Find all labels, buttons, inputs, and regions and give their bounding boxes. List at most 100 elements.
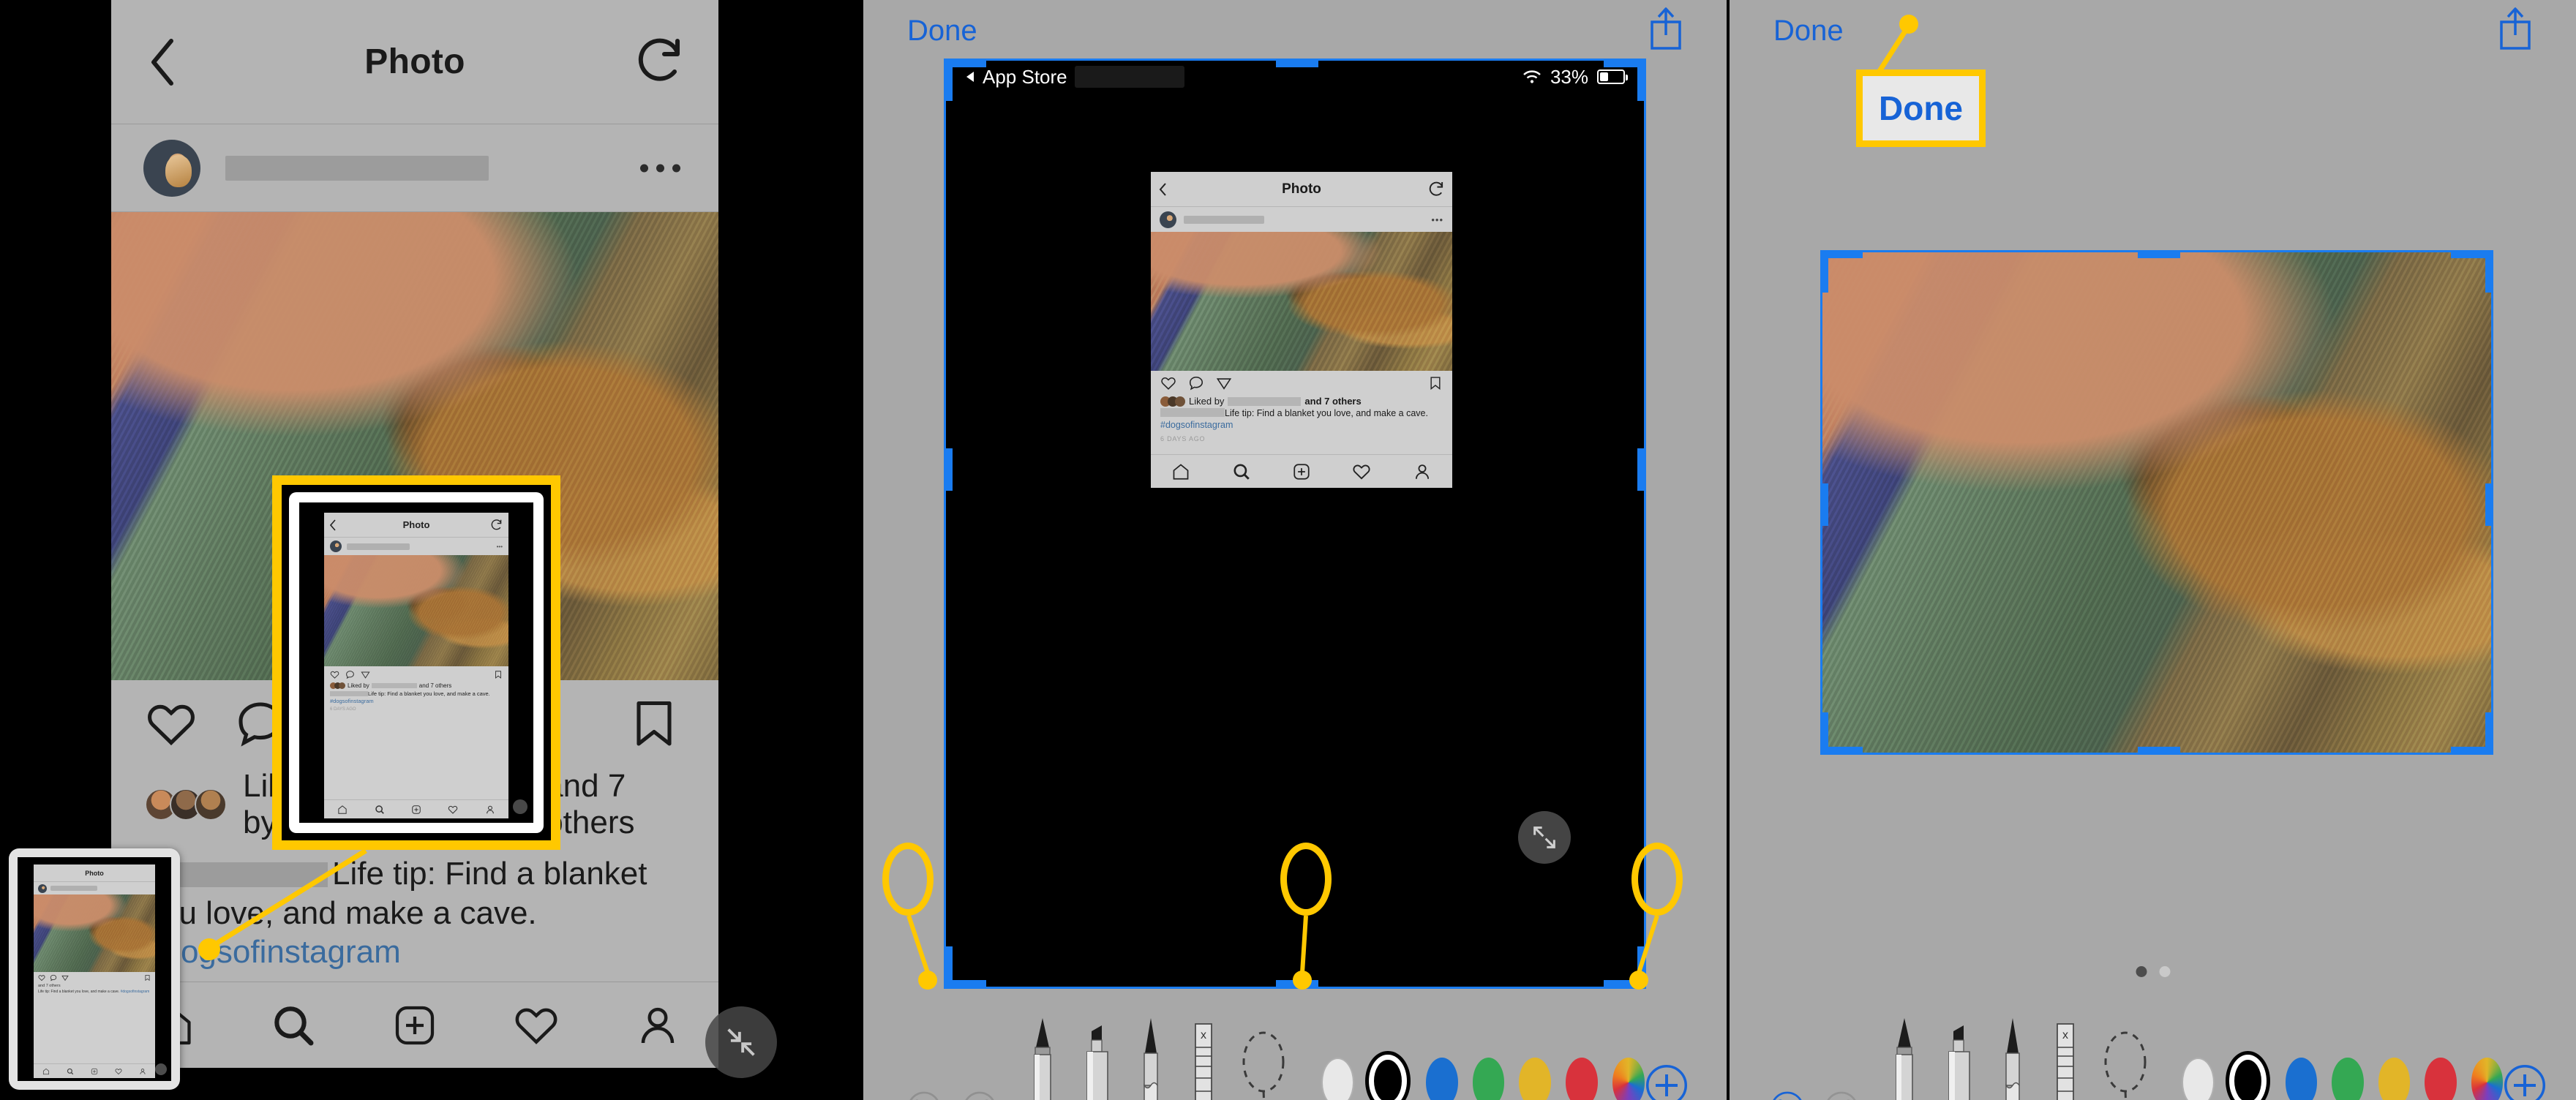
crop-handle-bottom-right-v[interactable] (2485, 712, 2491, 753)
heart-icon (1161, 377, 1176, 390)
crop-handle-top-center[interactable] (2138, 252, 2180, 258)
callout-dot-center (1293, 971, 1312, 990)
color-swatch-blue[interactable] (1425, 1058, 1458, 1100)
color-wheel-icon[interactable] (1612, 1058, 1645, 1100)
cropped-photo[interactable] (1820, 250, 2493, 755)
crop-handle-left-center[interactable] (1822, 483, 1828, 526)
chevron-left-icon (1159, 182, 1166, 196)
comment-icon (1189, 376, 1203, 391)
color-swatch-white[interactable] (1321, 1058, 1355, 1100)
inner-user-row: ••• (1151, 207, 1452, 232)
eraser-tool[interactable]: x (1184, 1015, 1223, 1100)
avatar (1160, 211, 1176, 228)
svg-text:x: x (2062, 1029, 2068, 1041)
inner-page-title: Photo (1282, 181, 1321, 197)
redo-icon[interactable] (1825, 1091, 1858, 1100)
undo-icon[interactable] (907, 1091, 941, 1100)
done-callout-label: Done (1879, 89, 1963, 127)
status-time-redacted (1074, 66, 1184, 88)
color-swatch-yellow[interactable] (2378, 1058, 2411, 1100)
marker-tool[interactable] (1075, 1015, 1118, 1100)
page-dot-active[interactable] (2136, 966, 2147, 977)
callout-nav-title: Photo (402, 519, 430, 530)
battery-icon (1597, 69, 1628, 84)
color-swatch-red[interactable] (1566, 1058, 1599, 1100)
profile-icon (1415, 464, 1429, 479)
crop-handle-top-right-v[interactable] (2485, 252, 2491, 293)
done-button[interactable]: Done (1773, 15, 1844, 48)
panel-markup-crop: Done App Store 33% Photo ••• Liked by an… (863, 0, 1727, 1100)
inner-likes-suffix: and 7 others (1304, 396, 1362, 407)
share-icon[interactable] (1646, 6, 1686, 51)
search-icon (1233, 463, 1250, 480)
color-swatch-black-selected[interactable] (2228, 1055, 2267, 1100)
inner-timestamp: 6 DAYS AGO (1160, 435, 1206, 443)
add-post-icon (1293, 463, 1310, 480)
color-swatch-blue[interactable] (2285, 1058, 2318, 1100)
color-swatch-red[interactable] (2425, 1058, 2457, 1100)
panel-instagram-photo: Photo by and 7 others Life tip: Find a b… (0, 0, 805, 1100)
share-icon[interactable] (2496, 6, 2535, 51)
crop-handle-top-center[interactable] (1276, 59, 1318, 67)
inner-hashtag: #dogsofinstagram (1160, 419, 1233, 430)
callout-likes-prefix: Liked by (348, 682, 369, 689)
pencil-tool[interactable] (1130, 1015, 1172, 1100)
inner-navbar: Photo (1151, 172, 1452, 207)
crop-handle-bottom-center[interactable] (2138, 747, 2180, 753)
pen-tool[interactable] (1021, 1015, 1064, 1100)
color-swatch-green[interactable] (1472, 1058, 1505, 1100)
add-circle-icon[interactable] (1645, 1063, 1689, 1100)
done-button-callout: Done (1856, 69, 1986, 147)
color-swatch-yellow[interactable] (1519, 1058, 1552, 1100)
crop-handle-bottom-left-v[interactable] (1822, 712, 1828, 753)
markup-toolbar: x (1730, 1005, 2576, 1100)
lasso-tool[interactable] (1238, 1015, 1289, 1100)
inner-caption-text: Life tip: Find a blanket you love, and m… (1225, 408, 1428, 418)
inner-tabbar (1151, 454, 1452, 488)
page-indicator-dots[interactable] (2136, 966, 2170, 977)
crop-handle-top-right-v[interactable] (1637, 59, 1646, 101)
callout-anchor-dot (1899, 15, 1918, 34)
crop-handle-top-left-v[interactable] (1822, 252, 1828, 293)
panel-cropped-result: Done Done x (1730, 0, 2576, 1100)
redo-icon[interactable] (963, 1091, 996, 1100)
pen-tool[interactable] (1883, 1015, 1926, 1100)
inner-action-row (1151, 371, 1452, 396)
color-swatch-black-selected[interactable] (1369, 1055, 1407, 1100)
crop-handle-left-center[interactable] (944, 448, 953, 491)
color-swatch-white[interactable] (2182, 1058, 2215, 1100)
crop-handle-right-center[interactable] (2485, 483, 2491, 526)
pencil-tool[interactable] (1991, 1015, 2034, 1100)
more-options-icon: ••• (1431, 214, 1443, 225)
battery-percent: 33% (1550, 65, 1588, 88)
color-wheel-icon[interactable] (2471, 1058, 2503, 1100)
lasso-tool[interactable] (2100, 1015, 2151, 1100)
crop-handle-bottom-left-v[interactable] (944, 946, 953, 989)
zoom-callout-box: Photo ••• Liked by and 7 others Life tip… (272, 475, 560, 850)
inner-likes-row: Liked by and 7 others (1151, 396, 1452, 407)
markup-toolbar: x (863, 1005, 1727, 1100)
color-swatch-green[interactable] (2332, 1058, 2364, 1100)
inner-post-photo (1151, 232, 1452, 371)
callout-ring-bottom-center-handle (1280, 843, 1332, 916)
crop-handle-right-center[interactable] (1637, 448, 1646, 491)
marker-tool[interactable] (1937, 1015, 1980, 1100)
activity-icon (1353, 464, 1370, 479)
send-icon (1216, 378, 1232, 390)
crop-handle-top-left-v[interactable] (944, 59, 953, 101)
inner-likes-prefix: Liked by (1189, 396, 1225, 407)
inner-instagram-screen: Photo ••• Liked by and 7 others Life tip… (1151, 172, 1452, 488)
callout-ring-bottom-left-handle (882, 843, 934, 916)
refresh-icon (1429, 181, 1443, 196)
callout-dot-right (1629, 971, 1648, 990)
eraser-tool[interactable]: x (2046, 1015, 2085, 1100)
inner-caption: Life tip: Find a blanket you love, and m… (1151, 407, 1452, 431)
add-circle-icon[interactable] (2503, 1063, 2547, 1100)
callout-anchor-dot (198, 938, 220, 960)
done-button[interactable]: Done (907, 15, 977, 48)
markup-top-bar: Done (863, 0, 1727, 59)
callout-likes-suffix: and 7 others (418, 682, 452, 689)
expand-arrows-icon[interactable] (1518, 811, 1571, 864)
undo-icon[interactable] (1770, 1091, 1804, 1100)
page-dot-inactive[interactable] (2159, 966, 2170, 977)
